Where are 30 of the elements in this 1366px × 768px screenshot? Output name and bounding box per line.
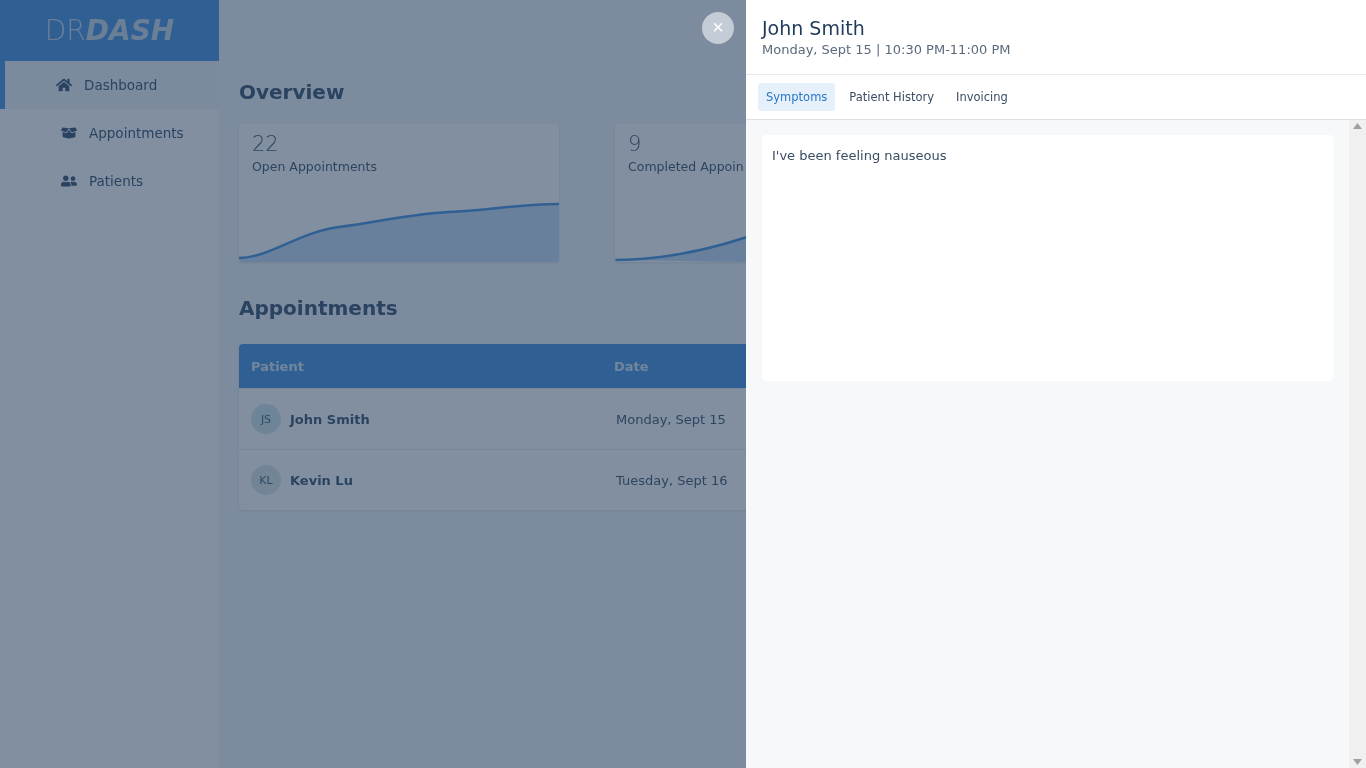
scroll-up-icon[interactable] xyxy=(1353,123,1362,129)
box-icon xyxy=(61,125,77,141)
date-cell-text: Tuesday, Sept 16 xyxy=(615,472,729,488)
sidebar-item[interactable]: Dashboard xyxy=(0,61,219,109)
section-title: Overview xyxy=(239,80,345,104)
users-icon xyxy=(61,173,77,189)
date-cell-text: Monday, Sept 15 xyxy=(615,411,727,427)
tab[interactable]: Patient History xyxy=(841,83,942,111)
appointment-time: Monday, Sept 15 | 10:30 PM-11:00 PM xyxy=(762,42,1012,57)
patient-name: Kevin Lu xyxy=(290,472,353,488)
section-title: Appointments xyxy=(239,296,398,320)
column-header: Patient xyxy=(250,358,305,374)
avatar: KL xyxy=(251,465,281,495)
stat-label: Completed Appoin xyxy=(627,159,744,174)
drawer-title: John Smith xyxy=(762,17,866,39)
scrollbar[interactable] xyxy=(1349,120,1366,768)
home-icon xyxy=(56,77,72,93)
sidebar-item[interactable]: Appointments xyxy=(0,109,219,157)
logo: DRDASH xyxy=(0,0,219,61)
tab[interactable]: Invoicing xyxy=(948,83,1016,111)
avatar: JS xyxy=(251,404,281,434)
stat-label: Open Appointments xyxy=(251,159,377,174)
scroll-down-icon[interactable] xyxy=(1353,759,1362,765)
tab[interactable]: Symptoms xyxy=(758,83,836,111)
column-header: Date xyxy=(613,358,650,374)
sidebar-item[interactable]: Patients xyxy=(0,157,219,205)
stat-count: 9 xyxy=(627,131,642,156)
stat-count: 22 xyxy=(251,131,279,156)
patient-name: John Smith xyxy=(290,411,370,427)
symptoms-text: I've been feeling nauseous xyxy=(762,135,1333,381)
